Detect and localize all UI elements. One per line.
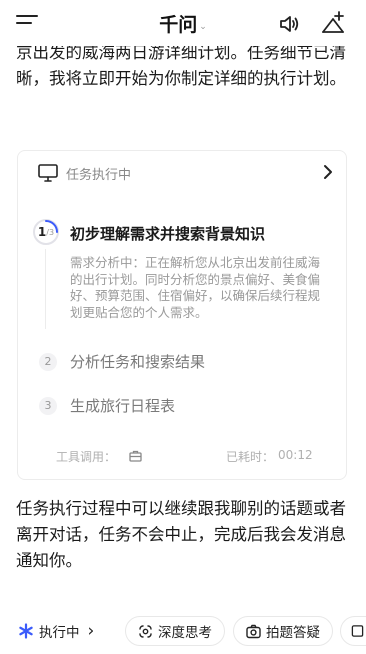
step-progress-badge: 1/3 (33, 219, 59, 245)
photo-answer-label: 拍题答疑 (266, 625, 320, 641)
chevron-right-icon[interactable] (322, 163, 334, 181)
assistant-message-followup: 任务执行过程中可以继续跟我聊别的话题或者离开对话，任务不会中止，完成后我会发消息… (16, 499, 346, 570)
step-connector-line (45, 249, 46, 329)
title-area[interactable]: 千问 ⌄ (0, 10, 366, 37)
speaker-icon[interactable] (278, 13, 300, 35)
asterisk-icon (19, 623, 33, 639)
top-bar: 千问 ⌄ (0, 0, 366, 46)
task-card-footer: 工具调用： 已耗时： 00:12 (56, 448, 332, 466)
chevron-right-small-icon: › (87, 621, 95, 641)
camera-icon (246, 624, 261, 638)
document-icon (351, 625, 364, 637)
elapsed-label: 已耗时： (226, 450, 275, 464)
monitor-icon (38, 164, 58, 182)
quick-action-bar: 执行中 › 深度思考 拍题答疑 (0, 612, 366, 654)
app-title[interactable]: 千问 (159, 14, 197, 36)
elapsed-time: 00:12 (278, 448, 313, 462)
add-sparkle-icon[interactable] (320, 10, 346, 36)
deep-think-label: 深度思考 (158, 625, 212, 641)
photo-answer-button[interactable]: 拍题答疑 (233, 616, 333, 646)
running-chip-label: 执行中 (39, 625, 80, 641)
tool-call-label: 工具调用： (56, 450, 117, 464)
progress-arc-icon (45, 220, 58, 233)
step-1-description: 需求分析中：正在解析您从北京出发前往威海的出行计划。同时分析您的景点偏好、美食偏… (70, 255, 321, 320)
step-3-number: 3 (39, 397, 57, 415)
step-2-title: 分析任务和搜索结果 (70, 353, 206, 371)
task-status-label: 任务执行中 (66, 168, 132, 183)
running-task-chip[interactable]: 执行中 › (6, 616, 105, 646)
assistant-message-intro: 京出发的威海两日游详细计划。任务细节已清晰，我将立即开始为你制定详细的执行计划。 (16, 43, 346, 88)
deep-think-button[interactable]: 深度思考 (125, 616, 225, 646)
step-1-title: 初步理解需求并搜索背景知识 (70, 225, 266, 243)
task-card-header[interactable]: 任务执行中 (38, 163, 334, 183)
task-progress-card[interactable]: 任务执行中 1/3 初步理解需求并搜索背景知识 需求分析中：正在解析您从北京出发… (17, 150, 347, 480)
title-caret-icon[interactable]: ⌄ (199, 22, 207, 32)
toolbox-icon (129, 450, 142, 462)
step-3-title: 生成旅行日程表 (70, 397, 176, 415)
more-action-chip[interactable] (340, 616, 366, 646)
step-2-number: 2 (39, 353, 57, 371)
deep-think-icon (139, 624, 152, 638)
